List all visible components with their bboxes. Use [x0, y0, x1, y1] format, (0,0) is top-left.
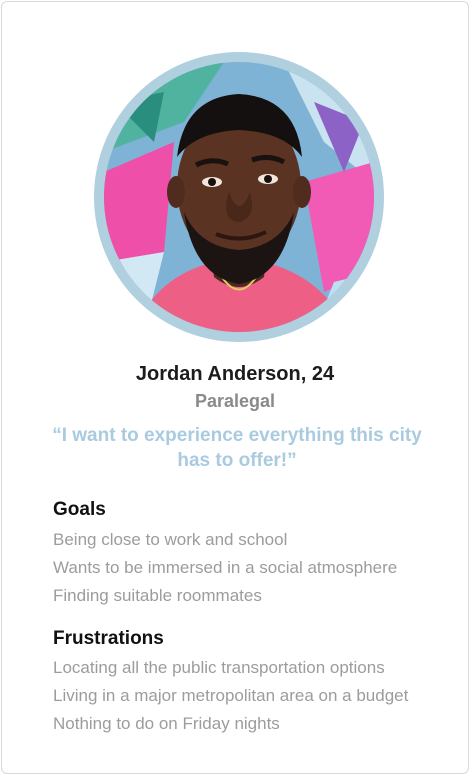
goals-list: Being close to work and school Wants to … — [53, 526, 397, 610]
goal-item: Wants to be immersed in a social atmosph… — [53, 558, 398, 577]
frustrations-list: Locating all the public transportation o… — [53, 654, 408, 738]
persona-name: Jordan Anderson, 24 — [135, 363, 335, 385]
frustration-item: Living in a major metropolitan area on a… — [53, 686, 409, 705]
avatar-photo — [104, 62, 374, 332]
avatar — [104, 62, 374, 332]
goal-item: Being close to work and school — [53, 530, 288, 549]
persona-card: Jordan Anderson, 24 Paralegal “I want to… — [1, 1, 469, 774]
avatar-ring — [94, 52, 384, 342]
frustrations-title: Frustrations — [53, 628, 164, 649]
persona-quote: “I want to experience everything this ci… — [52, 425, 422, 471]
frustration-item: Nothing to do on Friday nights — [53, 714, 280, 733]
goal-item: Finding suitable roommates — [53, 586, 262, 605]
goals-title: Goals — [53, 499, 106, 520]
frustration-item: Locating all the public transportation o… — [53, 658, 385, 677]
persona-role: Paralegal — [194, 391, 276, 411]
